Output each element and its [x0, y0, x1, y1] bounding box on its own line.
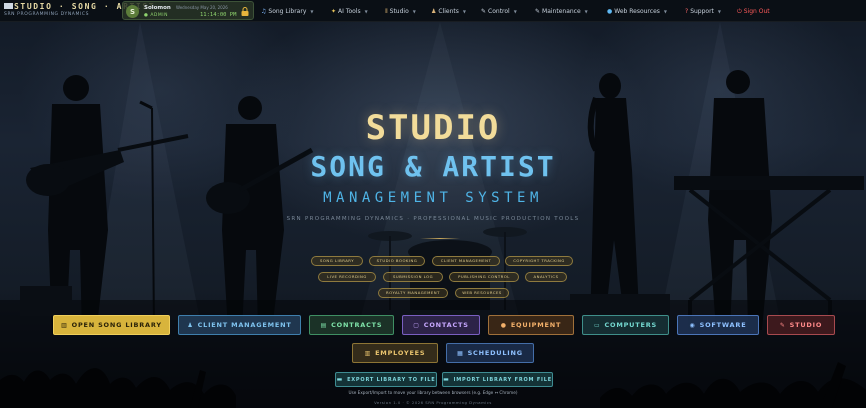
chevron-down-icon: ▼: [462, 9, 466, 14]
chevron-down-icon: ▼: [513, 9, 517, 14]
nav-support[interactable]: ? Support ▼: [685, 6, 721, 17]
calendar-icon: ▦: [457, 349, 464, 357]
microphone-icon: ✎: [779, 321, 786, 329]
open-song-library-button[interactable]: ▥ OPEN SONG LIBRARY: [53, 315, 170, 335]
person-icon: ♟: [431, 8, 437, 15]
chevron-down-icon: ▼: [663, 9, 667, 14]
chip-analytics: ANALYTICS: [525, 272, 567, 282]
brand[interactable]: STUDIO · SONG · ARTIST SRN PROGRAMMING D…: [4, 2, 154, 17]
person-icon: ♟: [187, 321, 194, 329]
nav-clients[interactable]: ♟ Clients ▼: [431, 6, 466, 17]
chevron-down-icon: ▼: [584, 9, 588, 14]
version-footer: Version 1.0 · © 2026 SRN Programming Dyn…: [374, 400, 492, 405]
nav-maintenance[interactable]: ✎ Maintenance ▼: [535, 6, 588, 17]
chip-studio-booking: STUDIO BOOKING: [369, 256, 425, 266]
import-icon: ▬: [443, 376, 450, 383]
chip-song-library: SONG LIBRARY: [311, 256, 363, 266]
chip-royalty-management: ROYALTY MANAGEMENT: [378, 288, 448, 298]
document-icon: ▤: [320, 321, 328, 329]
chevron-down-icon: ▼: [412, 9, 416, 14]
studio-button[interactable]: ✎ STUDIO: [767, 315, 835, 335]
current-time: 11:14:00 PM: [200, 12, 237, 18]
chip-submission-log: SUBMISSION LOG: [383, 272, 443, 282]
music-note-icon: ♫: [261, 8, 267, 15]
hero-divider: [420, 238, 460, 239]
wrench-icon: ✎: [535, 8, 541, 15]
brand-title: STUDIO · SONG · ARTIST: [4, 2, 154, 11]
employees-button[interactable]: ▥ EMPLOYEES: [352, 343, 438, 363]
user-name: Solomon: [144, 5, 171, 11]
power-icon: ⏻: [737, 7, 742, 15]
chip-web-resources: WEB RESOURCES: [455, 288, 509, 298]
equipment-button[interactable]: ● EQUIPMENT: [488, 315, 574, 335]
hero-tagline: SRN PROGRAMMING DYNAMICS · PROFESSIONAL …: [286, 216, 580, 222]
nav-studio[interactable]: ⦀ Studio ▼: [385, 6, 416, 17]
employees-icon: ▥: [364, 349, 372, 357]
nav-web-resources[interactable]: ● Web Resources ▼: [607, 6, 667, 17]
client-management-button[interactable]: ♟ CLIENT MANAGEMENT: [178, 315, 301, 335]
import-library-button[interactable]: ▬ IMPORT LIBRARY FROM FILE: [442, 372, 553, 387]
globe-icon: ●: [607, 8, 613, 15]
contracts-button[interactable]: ▤ CONTRACTS: [309, 315, 394, 335]
contact-card-icon: ▢: [413, 321, 420, 329]
question-icon: ?: [685, 8, 689, 15]
library-icon: ▥: [61, 321, 68, 329]
current-date: Wednesday May 20, 2026: [176, 5, 228, 10]
chevron-down-icon: ▼: [364, 9, 368, 14]
sign-out-button[interactable]: ⏻ Sign Out: [737, 6, 770, 17]
computer-icon: ▭: [593, 321, 601, 329]
studio-bars-icon: ⦀: [385, 7, 388, 15]
software-disc-icon: ◉: [689, 321, 696, 329]
hero-title-studio: STUDIO: [365, 108, 501, 148]
logo-icon: [4, 3, 13, 9]
chip-copyright-tracking: COPYRIGHT TRACKING: [505, 256, 573, 266]
brand-subtitle: SRN PROGRAMMING DYNAMICS: [4, 12, 90, 17]
export-library-button[interactable]: ▬ EXPORT LIBRARY TO FILE: [335, 372, 437, 387]
top-navbar: STUDIO · SONG · ARTIST SRN PROGRAMMING D…: [0, 0, 866, 22]
chip-live-recording: LIVE RECORDING: [318, 272, 376, 282]
user-badge[interactable]: S Solomon ● ADMIN Wednesday May 20, 2026…: [122, 1, 254, 20]
contacts-button[interactable]: ▢ CONTACTS: [402, 315, 480, 335]
lock-icon[interactable]: [241, 7, 249, 16]
pen-icon: ✎: [481, 8, 487, 15]
nav-song-library[interactable]: ♫ Song Library ▼: [261, 6, 313, 17]
chevron-down-icon: ▼: [310, 9, 314, 14]
chip-publishing-control: PUBLISHING CONTROL: [449, 272, 519, 282]
sparkle-icon: ✦: [331, 8, 337, 15]
user-role: ● ADMIN: [144, 13, 168, 18]
export-icon: ▬: [336, 376, 344, 383]
hero-title-song-artist: SONG & ARTIST: [310, 150, 556, 183]
chip-client-management: CLIENT MANAGEMENT: [432, 256, 500, 266]
avatar: S: [126, 5, 139, 18]
export-import-note: Use Export/Import to move your library b…: [348, 390, 518, 395]
computers-button[interactable]: ▭ COMPUTERS: [582, 315, 669, 335]
software-button[interactable]: ◉ SOFTWARE: [677, 315, 759, 335]
nav-control[interactable]: ✎ Control ▼: [481, 6, 517, 17]
hero-title-management: MANAGEMENT SYSTEM: [323, 190, 543, 206]
nav-ai-tools[interactable]: ✦ AI Tools ▼: [331, 6, 368, 17]
scheduling-button[interactable]: ▦ SCHEDULING: [446, 343, 534, 363]
chevron-down-icon: ▼: [717, 9, 721, 14]
equipment-icon: ●: [500, 321, 507, 329]
